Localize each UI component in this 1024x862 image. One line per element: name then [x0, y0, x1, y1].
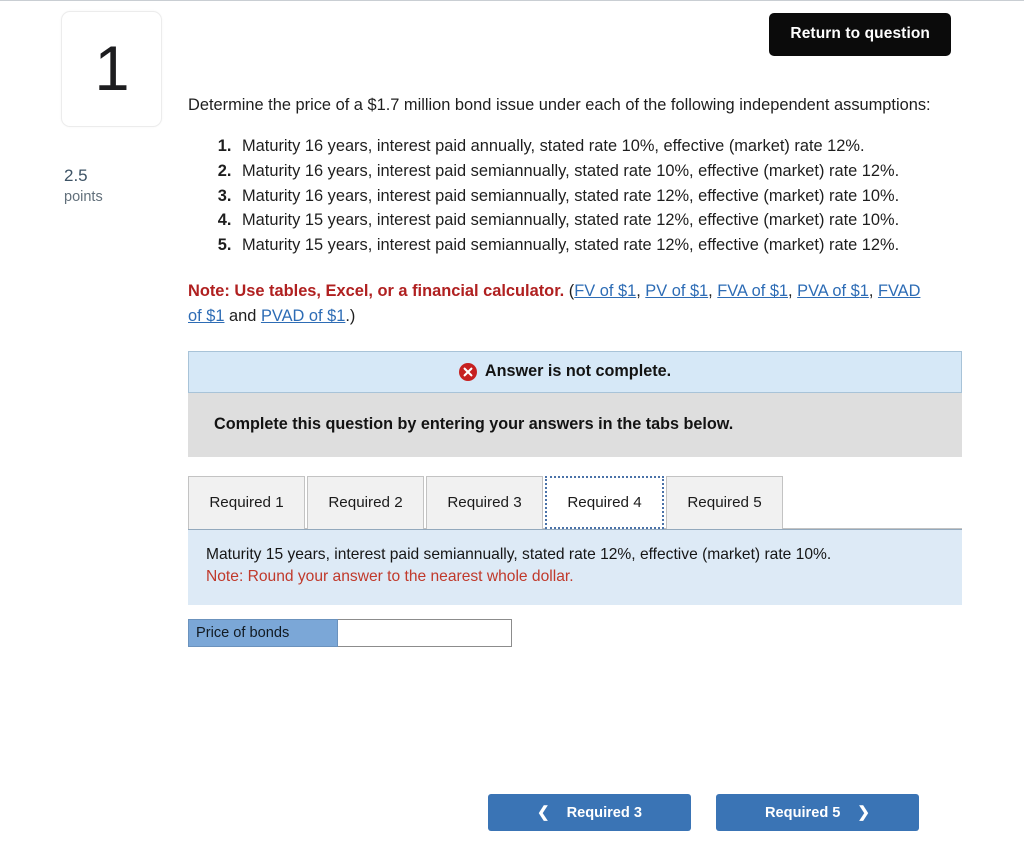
- note-sep-2: ,: [708, 281, 718, 300]
- note-sep-3: ,: [788, 281, 798, 300]
- question-number: 1: [94, 33, 129, 104]
- panel-prompt: Maturity 15 years, interest paid semiann…: [206, 545, 832, 563]
- tab-required-3[interactable]: Required 3: [426, 475, 543, 529]
- instruction-text: Complete this question by entering your …: [214, 415, 734, 434]
- chevron-right-icon: ❯: [857, 804, 870, 821]
- points-label: points: [64, 189, 103, 206]
- panel-rounding-note: Note: Round your answer to the nearest w…: [206, 568, 574, 586]
- points-value: 2.5: [64, 166, 88, 185]
- link-fva-of-1[interactable]: FVA of $1: [717, 282, 788, 300]
- required-tabs: Required 1 Required 2 Required 3 Require…: [188, 475, 962, 529]
- note-sep-1: ,: [636, 281, 646, 300]
- points-block: 2.5 points: [61, 165, 163, 208]
- link-pv-of-1[interactable]: PV of $1: [645, 282, 708, 300]
- question-number-box: 1: [61, 11, 162, 127]
- tab-panel-required-4: Maturity 15 years, interest paid semiann…: [188, 528, 962, 605]
- error-circle-x-icon: [458, 362, 477, 381]
- tab-required-5[interactable]: Required 5: [666, 475, 783, 529]
- list-item: Maturity 16 years, interest paid semiann…: [236, 160, 933, 184]
- list-item: Maturity 15 years, interest paid semiann…: [236, 234, 933, 258]
- note-close-paren: .): [345, 306, 356, 325]
- status-text: Answer is not complete.: [484, 362, 672, 381]
- tables-note: Note: Use tables, Excel, or a financial …: [188, 279, 936, 329]
- answer-entry-row: Price of bonds: [188, 618, 978, 647]
- question-content: Determine the price of a $1.7 million bo…: [188, 0, 978, 647]
- next-required-label: Required 5: [765, 804, 841, 821]
- prev-required-button[interactable]: ❮ Required 3: [488, 794, 691, 831]
- status-inner: Answer is not complete.: [458, 362, 691, 381]
- question-rail: 1 2.5 points: [61, 11, 163, 208]
- answer-status-banner: Answer is not complete.: [188, 350, 962, 393]
- link-pvad-of-1[interactable]: PVAD of $1: [261, 307, 345, 325]
- bottom-navigation: ❮ Required 3 Required 5 ❯: [488, 794, 919, 831]
- list-item: Maturity 16 years, interest paid semiann…: [236, 185, 933, 209]
- instruction-bar: Complete this question by entering your …: [188, 392, 962, 457]
- note-bold-text: Note: Use tables, Excel, or a financial …: [188, 281, 565, 300]
- tab-required-2[interactable]: Required 2: [307, 475, 424, 529]
- assumptions-list: Maturity 16 years, interest paid annuall…: [188, 135, 933, 258]
- note-and: and: [224, 306, 261, 325]
- question-intro: Determine the price of a $1.7 million bo…: [188, 96, 931, 114]
- chevron-left-icon: ❮: [537, 804, 550, 821]
- prev-required-label: Required 3: [566, 804, 642, 821]
- tab-required-4[interactable]: Required 4: [545, 475, 664, 529]
- list-item: Maturity 16 years, interest paid annuall…: [236, 135, 933, 159]
- link-pva-of-1[interactable]: PVA of $1: [797, 282, 869, 300]
- list-item: Maturity 15 years, interest paid semiann…: [236, 209, 933, 233]
- note-open-paren: (: [564, 281, 575, 300]
- price-of-bonds-input[interactable]: [338, 618, 512, 647]
- tab-required-1[interactable]: Required 1: [188, 475, 305, 529]
- price-of-bonds-label: Price of bonds: [188, 618, 338, 647]
- link-fv-of-1[interactable]: FV of $1: [574, 282, 636, 300]
- next-required-button[interactable]: Required 5 ❯: [716, 794, 919, 831]
- note-sep-4: ,: [868, 281, 878, 300]
